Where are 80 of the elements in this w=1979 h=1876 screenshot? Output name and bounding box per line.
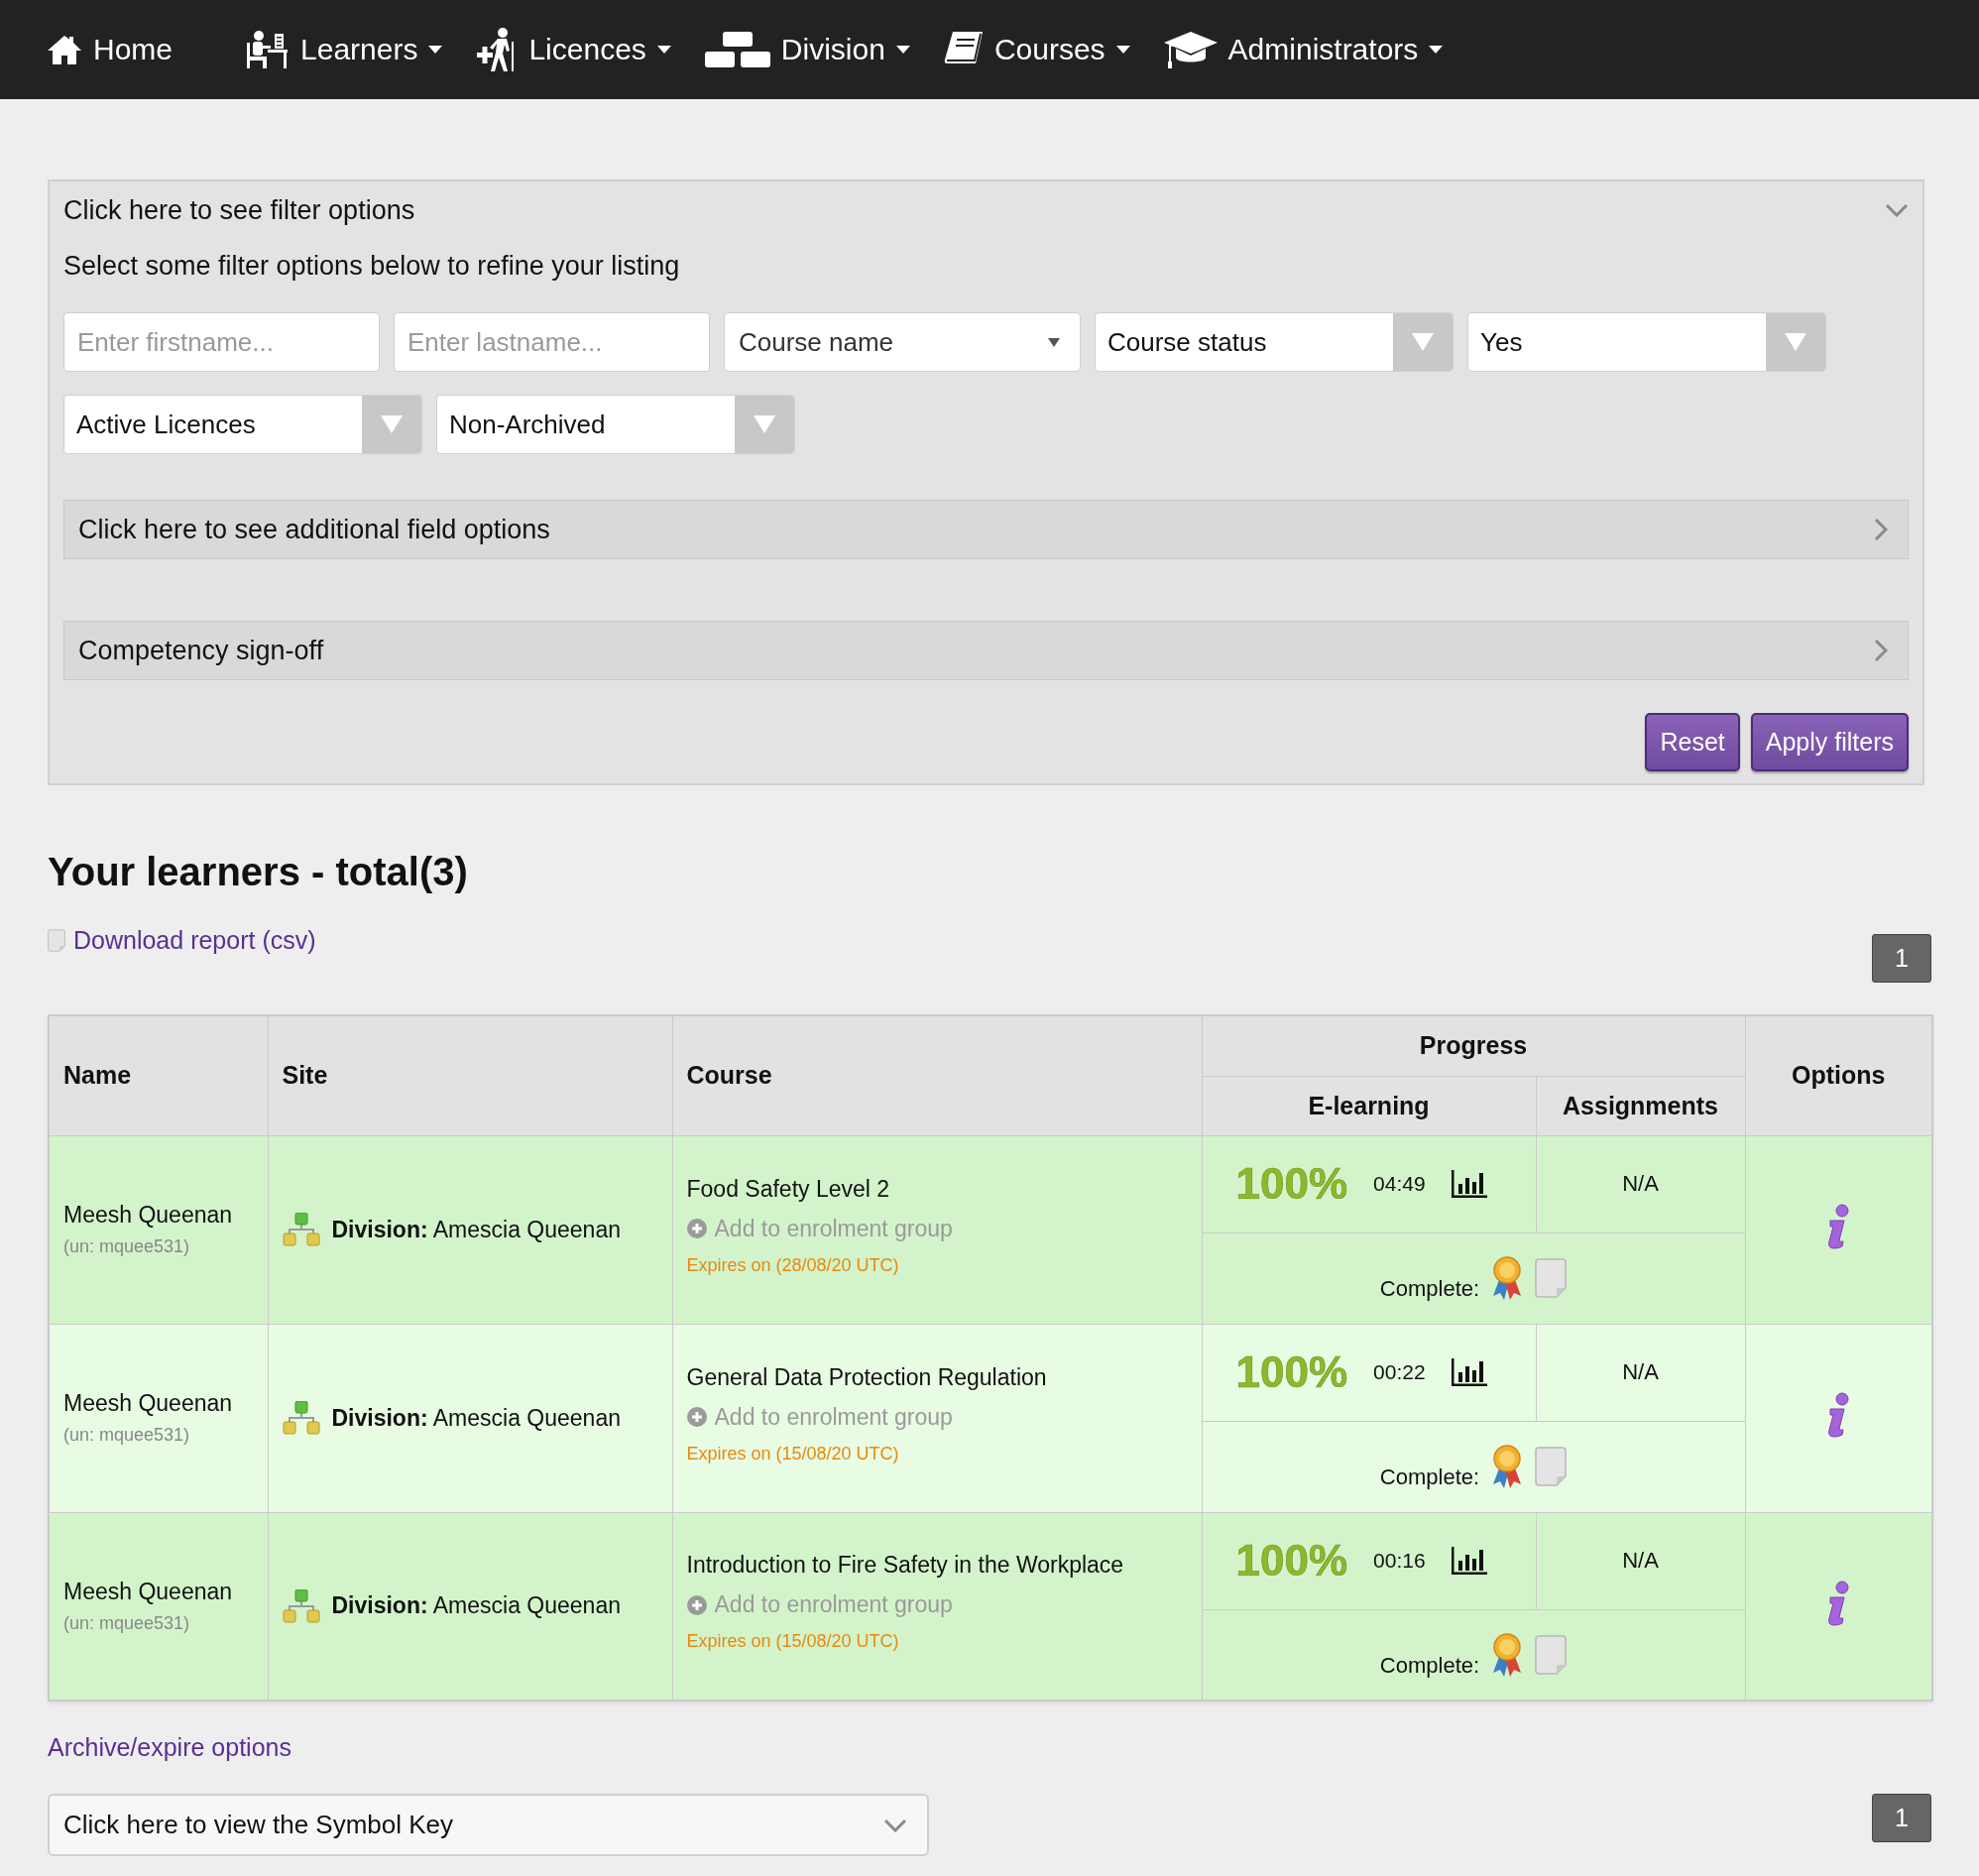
nav-item[interactable]: Home: [47, 33, 174, 66]
archive-link[interactable]: Archive/expire options: [48, 1732, 291, 1762]
column-header: Options: [1745, 1015, 1932, 1135]
page-button[interactable]: 1: [1872, 1794, 1931, 1842]
nav-item[interactable]: Licences: [476, 28, 671, 71]
course-title: Food Safety Level 2: [686, 1175, 890, 1203]
hierarchy-icon: [282, 1401, 320, 1435]
caret-icon: [1048, 337, 1060, 347]
status-label: Complete:: [1379, 1465, 1480, 1490]
award-ribbon-icon: [1491, 1256, 1524, 1300]
expiry-date: Expires on (15/08/20 UTC): [686, 1631, 899, 1653]
select-field[interactable]: Active Licences: [63, 395, 422, 454]
award-ribbon-icon: [1491, 1632, 1524, 1677]
nav-item[interactable]: Learners: [244, 30, 443, 69]
column-header: E-learning: [1202, 1076, 1536, 1135]
nav-item[interactable]: Administrators: [1163, 30, 1444, 69]
column-header: Assignments: [1536, 1076, 1745, 1135]
site-name: Division: Amescia Queenan: [331, 1404, 621, 1432]
person-at-desk-icon: [244, 30, 291, 69]
symbol-key-toggle[interactable]: Click here to view the Symbol Key: [48, 1794, 929, 1856]
collapsible-section-bar[interactable]: Competency sign-off: [63, 621, 1909, 680]
select-field[interactable]: Course status: [1095, 312, 1454, 372]
bar-chart-icon[interactable]: [1451, 1547, 1487, 1575]
column-header: Course: [672, 1015, 1202, 1135]
hierarchy-icon: [282, 1213, 320, 1246]
table-cell: N/A: [1536, 1135, 1745, 1232]
progress-percent: 100%: [1235, 1536, 1348, 1585]
site-name: Division: Amescia Queenan: [331, 1216, 621, 1243]
select-field[interactable]: Non-Archived: [436, 395, 795, 454]
bar-chart-icon[interactable]: [1451, 1358, 1487, 1386]
input-field[interactable]: Enter firstname...: [63, 312, 380, 372]
reset-button[interactable]: Reset: [1645, 713, 1740, 771]
expiry-date: Expires on (15/08/20 UTC): [686, 1443, 899, 1465]
time-spent: 00:16: [1373, 1549, 1426, 1573]
learner-name: Meesh Queenan: [63, 1202, 234, 1229]
caret-icon: [1785, 333, 1806, 351]
caret-icon: [754, 415, 775, 433]
download-link[interactable]: Download report (csv): [48, 925, 316, 955]
learner-name: Meesh Queenan: [63, 1578, 234, 1605]
graduation-cap-icon: [1163, 30, 1218, 69]
username: (un: mquee531): [63, 1425, 191, 1446]
time-spent: 04:49: [1373, 1172, 1426, 1196]
column-header: Name: [49, 1015, 268, 1135]
filter-instructions: Select some filter options below to refine your listing: [63, 251, 681, 281]
username: (un: mquee531): [63, 1236, 191, 1257]
award-ribbon-icon: [1491, 1445, 1524, 1488]
table-cell: N/A: [1536, 1324, 1745, 1421]
progress-percent: 100%: [1235, 1348, 1348, 1397]
status-label: Complete:: [1379, 1276, 1480, 1302]
nav-item[interactable]: Courses: [943, 31, 1130, 68]
column-header: Site: [268, 1015, 672, 1135]
page-button[interactable]: 1: [1872, 934, 1931, 983]
page-heading: Your learners - total(3): [48, 849, 469, 895]
time-spent: 00:22: [1373, 1360, 1426, 1384]
status-label: Complete:: [1379, 1652, 1480, 1679]
course-title: General Data Protection Regulation: [686, 1363, 1047, 1391]
plus-circle-icon: [686, 1594, 707, 1615]
table-cell: N/A: [1536, 1512, 1745, 1609]
hierarchy-icon: [282, 1588, 320, 1623]
username: (un: mquee531): [63, 1612, 191, 1634]
nav-item[interactable]: Division: [704, 32, 910, 67]
dropdown-field[interactable]: Course name: [724, 312, 1081, 372]
site-name: Division: Amescia Queenan: [331, 1592, 621, 1620]
bar-chart-icon[interactable]: [1451, 1170, 1487, 1198]
expiry-date: Expires on (28/08/20 UTC): [686, 1254, 899, 1276]
collapsible-section-bar[interactable]: Click here to see additional field options: [63, 500, 1909, 559]
learner-name: Meesh Queenan: [63, 1390, 234, 1417]
course-title: Introduction to Fire Safety in the Workplace: [686, 1552, 1124, 1580]
caret-icon: [381, 415, 403, 433]
input-field[interactable]: Enter lastname...: [394, 312, 710, 372]
home-icon: [47, 34, 82, 65]
blocks-icon: [704, 32, 770, 67]
apply-filters-button[interactable]: Apply filters: [1750, 713, 1909, 771]
filter-panel-toggle[interactable]: Click here to see filter options: [63, 195, 415, 225]
plus-circle-icon: [686, 1407, 707, 1427]
column-header: Progress: [1202, 1015, 1745, 1076]
progress-percent: 100%: [1235, 1159, 1348, 1209]
caret-icon: [1412, 333, 1434, 351]
plus-circle-icon: [686, 1219, 707, 1238]
select-field[interactable]: Yes: [1467, 312, 1826, 372]
